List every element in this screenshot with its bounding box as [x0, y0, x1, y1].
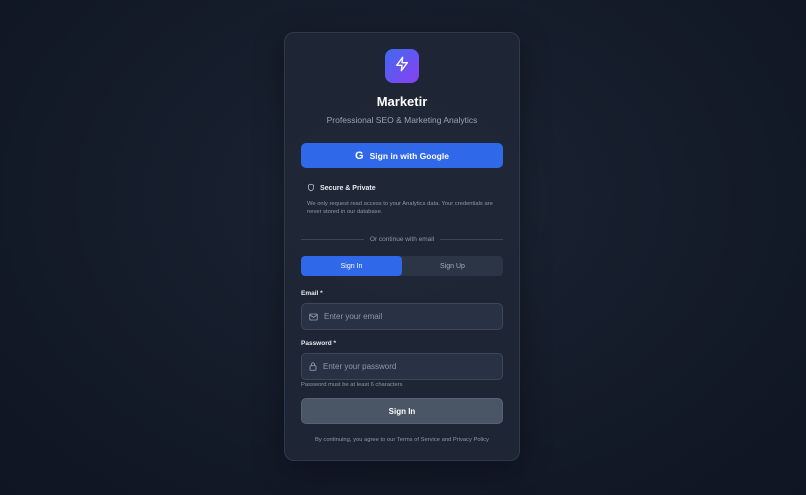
- secure-title-row: Secure & Private: [307, 183, 503, 194]
- brand-logo: [385, 49, 419, 83]
- password-field-wrapper: [301, 353, 503, 380]
- brand-tagline: Professional SEO & Marketing Analytics: [326, 115, 478, 125]
- google-g-icon: G: [355, 149, 364, 162]
- email-input[interactable]: [324, 312, 494, 321]
- password-hint: Password must be at least 6 characters: [301, 382, 403, 388]
- divider-line-left: [301, 238, 364, 240]
- brand-name: Marketir: [376, 94, 428, 109]
- divider-text: Or continue with email: [369, 235, 435, 243]
- divider: Or continue with email: [301, 234, 503, 244]
- password-input[interactable]: [323, 362, 493, 371]
- lock-icon: [309, 358, 317, 376]
- google-signin-label: Sign in with Google: [369, 150, 449, 161]
- divider-line-right: [440, 238, 503, 240]
- login-card: Marketir Professional SEO & Marketing An…: [284, 32, 520, 461]
- terms-notice: By continuing, you agree to our Terms of…: [315, 437, 489, 443]
- mail-icon: [309, 308, 318, 326]
- tab-sign-in[interactable]: Sign In: [301, 256, 402, 276]
- password-label: Password *: [301, 340, 337, 347]
- secure-description: We only request read access to your Anal…: [307, 201, 493, 215]
- sign-in-button[interactable]: Sign In: [301, 398, 503, 424]
- shield-icon: [307, 183, 315, 194]
- secure-notice: Secure & Private We only request read ac…: [307, 183, 503, 216]
- auth-tabs: Sign In Sign Up: [301, 256, 503, 276]
- secure-title: Secure & Private: [320, 185, 376, 192]
- email-field-wrapper: [301, 303, 503, 330]
- tab-sign-up[interactable]: Sign Up: [402, 256, 503, 276]
- email-label: Email *: [301, 290, 323, 297]
- google-signin-button[interactable]: G Sign in with Google: [301, 143, 503, 168]
- lightning-bolt-icon: [394, 56, 410, 77]
